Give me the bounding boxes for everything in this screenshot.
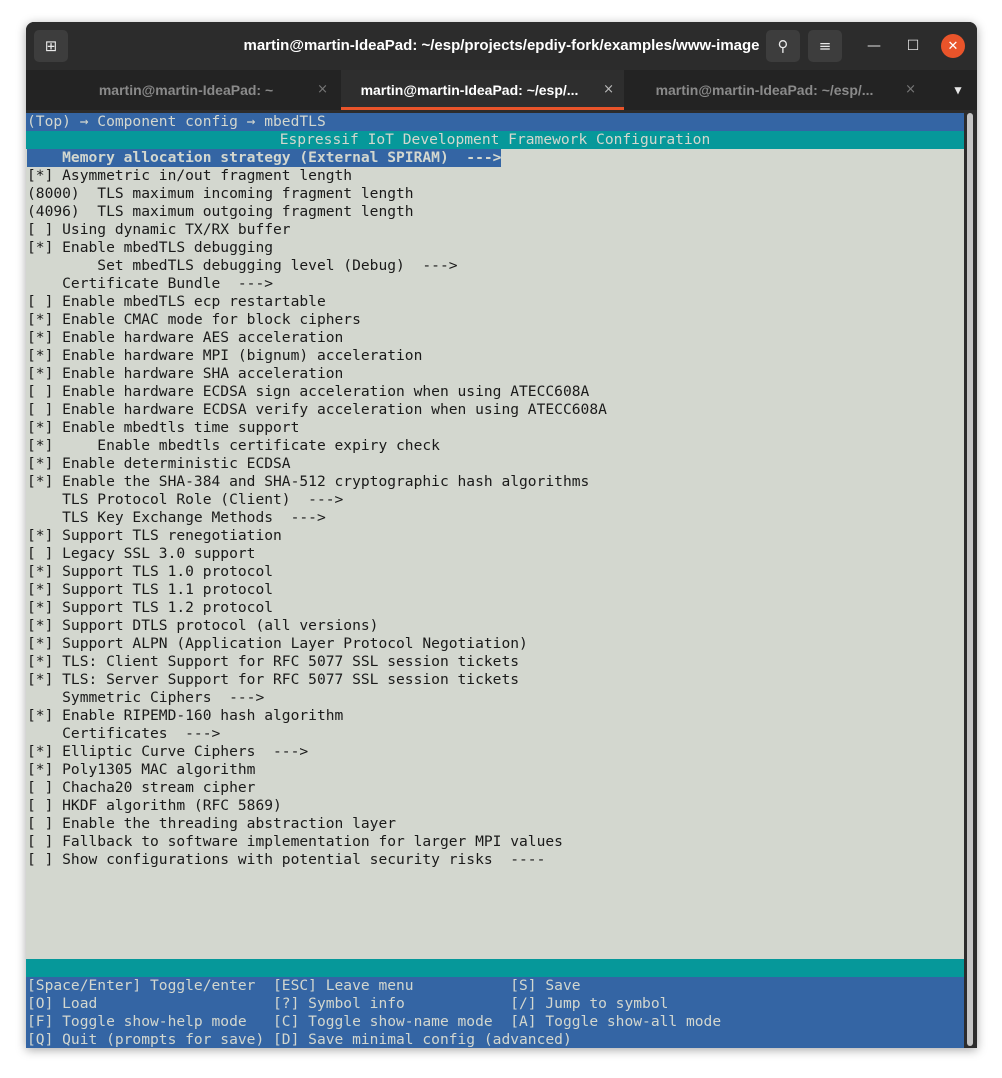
config-item[interactable]: TLS Key Exchange Methods ---> [27, 509, 326, 527]
config-item[interactable]: [ ] Enable hardware ECDSA sign accelerat… [27, 383, 589, 401]
config-item[interactable]: [ ] Legacy SSL 3.0 support [27, 545, 255, 563]
config-item[interactable]: [ ] Enable hardware ECDSA verify acceler… [27, 401, 607, 419]
config-item[interactable]: [*] Enable mbedtls certificate expiry ch… [27, 437, 440, 455]
scrollbar-thumb[interactable] [967, 113, 973, 1046]
config-item[interactable]: [*] Asymmetric in/out fragment length [27, 167, 352, 185]
config-item[interactable]: Certificates ---> [27, 725, 220, 743]
config-item[interactable]: [ ] Using dynamic TX/RX buffer [27, 221, 291, 239]
config-item[interactable]: [*] Enable CMAC mode for block ciphers [27, 311, 361, 329]
close-window-button[interactable]: ✕ [941, 34, 965, 58]
config-item[interactable]: Certificate Bundle ---> [27, 275, 273, 293]
minimize-button[interactable]: — [862, 34, 886, 58]
config-item[interactable]: [*] Enable mbedTLS debugging [27, 239, 273, 257]
config-item[interactable]: [*] Elliptic Curve Ciphers ---> [27, 743, 308, 761]
config-item[interactable]: [*] Support TLS 1.2 protocol [27, 599, 273, 617]
config-item[interactable]: [ ] Show configurations with potential s… [27, 851, 545, 869]
help-line: [O] Load [?] Symbol info [/] Jump to sym… [27, 995, 669, 1012]
tab-label: martin@martin-IdeaPad: ~/esp/... [655, 82, 874, 98]
config-item[interactable]: Set mbedTLS debugging level (Debug) ---> [27, 257, 457, 275]
config-item[interactable]: [*] Support ALPN (Application Layer Prot… [27, 635, 528, 653]
breadcrumb: (Top) → Component config → mbedTLS [27, 113, 326, 130]
config-item[interactable]: [ ] Enable mbedTLS ecp restartable [27, 293, 326, 311]
help-bar: [Space/Enter] Toggle/enter [ESC] Leave m… [26, 977, 964, 1048]
tab-label: martin@martin-IdeaPad: ~ [98, 82, 274, 98]
config-item[interactable]: [*] Poly1305 MAC algorithm [27, 761, 255, 779]
tab-list-dropdown[interactable]: ▼ [946, 70, 970, 110]
config-item[interactable]: [*] Support TLS renegotiation [27, 527, 282, 545]
tab-close-icon[interactable]: × [905, 70, 916, 110]
config-item[interactable]: [*] Enable hardware SHA acceleration [27, 365, 343, 383]
config-item-selected[interactable]: Memory allocation strategy (External SPI… [27, 149, 502, 167]
tab-esp-active[interactable]: martin@martin-IdeaPad: ~/esp/... × [341, 70, 624, 110]
config-item[interactable]: [ ] Fallback to software implementation … [27, 833, 563, 851]
config-item[interactable]: [ ] Enable the threading abstraction lay… [27, 815, 396, 833]
chevron-down-icon: ▼ [954, 83, 962, 97]
new-tab-icon: ⊞ [44, 37, 58, 55]
bottom-separator [26, 959, 964, 977]
config-item[interactable]: [*] Enable hardware MPI (bignum) acceler… [27, 347, 422, 365]
config-item[interactable]: [*] Support TLS 1.1 protocol [27, 581, 273, 599]
menuconfig-screen[interactable]: (Top) → Component config → mbedTLS Espre… [26, 113, 964, 1048]
tab-close-icon[interactable]: × [317, 70, 328, 110]
config-item[interactable]: [ ] Chacha20 stream cipher [27, 779, 255, 797]
help-line: [F] Toggle show-help mode [C] Toggle sho… [27, 1013, 722, 1030]
close-icon: ✕ [947, 38, 959, 54]
maximize-icon: ☐ [906, 38, 920, 54]
tab-home[interactable]: martin@martin-IdeaPad: ~ × [38, 70, 338, 110]
config-item[interactable]: [*] Support DTLS protocol (all versions) [27, 617, 378, 635]
help-line: [Space/Enter] Toggle/enter [ESC] Leave m… [27, 977, 581, 994]
config-item[interactable]: [*] Enable deterministic ECDSA [27, 455, 291, 473]
help-line: [Q] Quit (prompts for save) [D] Save min… [27, 1031, 572, 1048]
menuconfig-title: Espressif IoT Development Framework Conf… [279, 131, 711, 148]
search-icon: ⚲ [777, 37, 789, 55]
tab-esp[interactable]: martin@martin-IdeaPad: ~/esp/... × [626, 70, 926, 110]
maximize-button[interactable]: ☐ [901, 34, 925, 58]
config-item[interactable]: [*] Enable mbedtls time support [27, 419, 299, 437]
minimize-icon: — [867, 38, 881, 54]
config-item[interactable]: [*] Support TLS 1.0 protocol [27, 563, 273, 581]
config-item[interactable]: TLS Protocol Role (Client) ---> [27, 491, 343, 509]
config-item[interactable]: [*] TLS: Client Support for RFC 5077 SSL… [27, 653, 519, 671]
terminal-window: martin@martin-IdeaPad: ~/esp/projects/ep… [26, 22, 977, 1048]
config-item[interactable]: (8000) TLS maximum incoming fragment len… [27, 185, 414, 203]
config-item[interactable]: [*] Enable RIPEMD-160 hash algorithm [27, 707, 343, 725]
config-item[interactable]: [ ] HKDF algorithm (RFC 5869) [27, 797, 282, 815]
new-tab-button[interactable]: ⊞ [34, 30, 68, 62]
config-item[interactable]: [*] Enable the SHA-384 and SHA-512 crypt… [27, 473, 589, 491]
tab-close-icon[interactable]: × [603, 70, 614, 110]
config-item[interactable]: [*] TLS: Server Support for RFC 5077 SSL… [27, 671, 519, 689]
search-button[interactable]: ⚲ [766, 30, 800, 62]
tab-label: martin@martin-IdeaPad: ~/esp/... [360, 82, 579, 98]
terminal-area: (Top) → Component config → mbedTLS Espre… [26, 110, 977, 1048]
config-item[interactable]: [*] Enable hardware AES acceleration [27, 329, 343, 347]
title-bar: martin@martin-IdeaPad: ~/esp/projects/ep… [26, 22, 977, 70]
hamburger-menu-icon: ≡ [818, 37, 832, 55]
scrollbar[interactable] [966, 113, 975, 1048]
config-item[interactable]: Symmetric Ciphers ---> [27, 689, 264, 707]
tab-bar: martin@martin-IdeaPad: ~ × martin@martin… [26, 70, 977, 110]
menu-button[interactable]: ≡ [808, 30, 842, 62]
config-item[interactable]: (4096) TLS maximum outgoing fragment len… [27, 203, 414, 221]
